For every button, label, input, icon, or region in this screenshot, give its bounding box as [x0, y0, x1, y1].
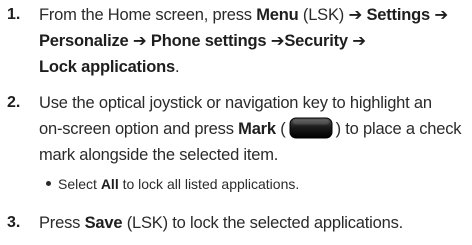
step-line: Lock applications.: [39, 58, 180, 76]
step-number: 2.: [7, 94, 21, 111]
bullet-text: Select All to lock all listed applicatio…: [46, 174, 299, 194]
step-text: Press Save (LSK) to lock the selected ap…: [39, 210, 469, 236]
step-text: From the Home screen, press Menu (LSK) ➔…: [39, 2, 469, 80]
step-line: mark alongside the selected item.: [39, 146, 279, 164]
step-line: Use the optical joystick or navigation k…: [39, 94, 432, 112]
mark-key-icon: [289, 117, 333, 139]
step-line: on-screen option and press Mark () to pl…: [39, 116, 469, 142]
instruction-list: 1. From the Home screen, press Menu (LSK…: [0, 0, 472, 245]
step-number: 3.: [7, 214, 21, 231]
step-number: 1.: [7, 6, 21, 23]
step-text: Use the optical joystick or navigation k…: [39, 90, 469, 168]
step-line: Press Save (LSK) to lock the selected ap…: [39, 214, 404, 232]
step-line: From the Home screen, press Menu (LSK) ➔…: [39, 6, 448, 24]
step-line: Personalize ➔ Phone settings ➔Security ➔: [39, 32, 366, 50]
bullet-dot-icon: [46, 181, 51, 186]
